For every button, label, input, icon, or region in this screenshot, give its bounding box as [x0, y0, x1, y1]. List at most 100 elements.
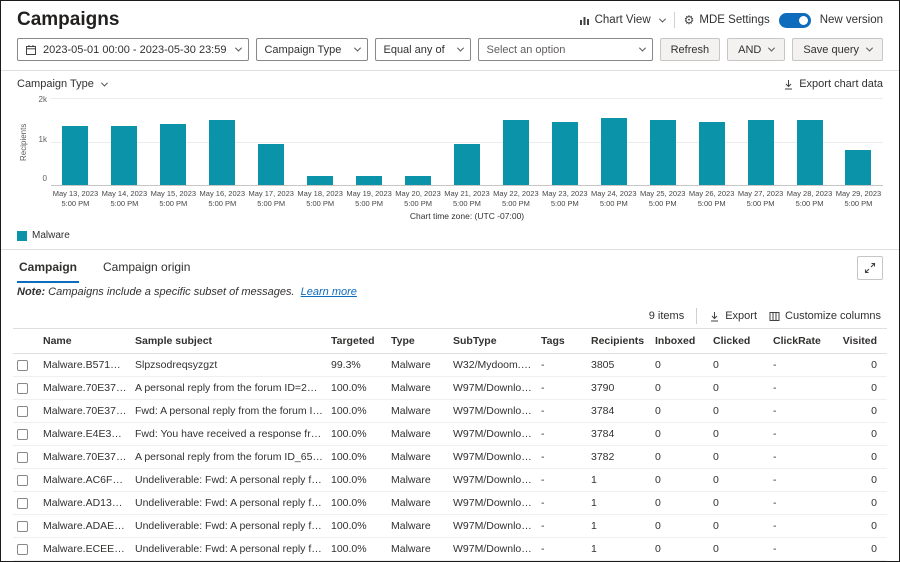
row-checkbox[interactable]: [17, 359, 28, 371]
cell-subtype: W32/Mydoom.EKD...: [449, 353, 537, 378]
filter-field-value: Campaign Type: [264, 43, 342, 56]
table-row[interactable]: Malware.B571D3D7 Slpzsodreqsyzgzt 99.3% Mal…: [13, 353, 887, 378]
cell-type: Malware: [387, 491, 449, 516]
row-checkbox[interactable]: [17, 382, 28, 394]
cell-name[interactable]: Malware.ADAED514: [39, 514, 131, 539]
chart-bar[interactable]: [845, 150, 872, 185]
chart-bar[interactable]: [600, 117, 627, 185]
chart-bar[interactable]: [502, 119, 529, 185]
chart-bar[interactable]: [209, 119, 236, 185]
column-header-targeted[interactable]: Targeted: [327, 328, 387, 355]
column-header-tags[interactable]: Tags: [537, 328, 587, 355]
chart-bar[interactable]: [307, 176, 334, 185]
mde-settings-button[interactable]: ⚙ MDE Settings: [684, 14, 770, 26]
column-header-name[interactable]: Name: [39, 328, 131, 355]
row-checkbox[interactable]: [17, 405, 28, 417]
table-row[interactable]: Malware.ADAED514 Undeliverable: Fwd: A pe…: [13, 514, 887, 539]
save-query-dropdown[interactable]: Save query: [792, 38, 883, 61]
column-header-recipients[interactable]: Recipients: [587, 328, 651, 355]
learn-more-link[interactable]: Learn more: [301, 286, 357, 298]
table-row[interactable]: Malware.70E375AF Fwd: A personal reply fr…: [13, 399, 887, 424]
column-header-type[interactable]: Type: [387, 328, 449, 355]
x-axis-label: May 14, 2023 5:00 PM: [101, 189, 148, 209]
table-row[interactable]: Malware.E4E375EF Fwd: You have received a…: [13, 422, 887, 447]
column-header-clicked[interactable]: Clicked: [709, 328, 769, 355]
bar-column: [540, 98, 589, 185]
column-header-subtype[interactable]: SubType: [449, 328, 537, 355]
export-chart-button[interactable]: Export chart data: [783, 78, 883, 90]
cell-name[interactable]: Malware.AC6FF917: [39, 468, 131, 493]
note-label: Note:: [17, 286, 46, 299]
new-version-toggle[interactable]: [778, 12, 811, 28]
chart-bar[interactable]: [160, 124, 187, 185]
chart-bar[interactable]: [698, 121, 725, 185]
customize-columns-button[interactable]: Customize columns: [769, 310, 881, 322]
chart-bar[interactable]: [405, 176, 432, 185]
cell-name[interactable]: Malware.E4E375EF: [39, 422, 131, 447]
table-row[interactable]: Malware.AD13F809 Undeliverable: Fwd: A pe…: [13, 491, 887, 516]
cell-name[interactable]: Malware.70E375EF: [39, 445, 131, 470]
cell-clicked: 0: [709, 399, 769, 424]
column-header-visited[interactable]: Visited: [833, 328, 887, 355]
cell-name[interactable]: Malware.70E375EF: [39, 376, 131, 401]
table-body: Malware.B571D3D7 Slpzsodreqsyzgzt 99.3% Mal…: [13, 353, 887, 561]
date-range-value: 2023-05-01 00:00 - 2023-05-30 23:59: [43, 43, 227, 56]
tab-campaign-origin[interactable]: Campaign origin: [101, 252, 192, 283]
chart-bar[interactable]: [747, 119, 774, 185]
cell-clicked: 0: [709, 537, 769, 561]
table-row[interactable]: Malware.70E375EF A personal reply from th…: [13, 376, 887, 401]
cell-name[interactable]: Malware.B571D3D7: [39, 353, 131, 378]
chart-bar[interactable]: [649, 119, 676, 185]
date-range-picker[interactable]: 2023-05-01 00:00 - 2023-05-30 23:59: [17, 38, 250, 61]
filter-operator-dropdown[interactable]: Equal any of: [375, 38, 472, 61]
items-count: 9 items: [648, 310, 685, 323]
chart-bar[interactable]: [62, 126, 89, 185]
table-row[interactable]: Malware.AC6FF917 Undeliverable: Fwd: A pe…: [13, 468, 887, 493]
export-button[interactable]: Export: [709, 310, 757, 322]
filter-value-combobox[interactable]: Select an option: [478, 38, 653, 61]
chart-bar[interactable]: [796, 119, 823, 185]
cell-clicked: 0: [709, 376, 769, 401]
tab-campaign[interactable]: Campaign: [17, 252, 80, 284]
row-checkbox[interactable]: [17, 497, 28, 509]
chart-bar[interactable]: [111, 126, 138, 185]
row-checkbox[interactable]: [17, 520, 28, 532]
refresh-button[interactable]: Refresh: [659, 38, 721, 61]
chart-bar[interactable]: [551, 121, 578, 185]
chart-bar[interactable]: [453, 143, 480, 185]
and-dropdown[interactable]: AND: [727, 38, 786, 61]
cell-name[interactable]: Malware.AD13F809: [39, 491, 131, 516]
customize-columns-label: Customize columns: [785, 310, 881, 323]
table-header-row: Name Sample subject Targeted Type SubType Tag…: [13, 328, 887, 355]
cell-sample-subject: Undeliverable: Fwd: A personal reply fro…: [131, 468, 327, 493]
table-row[interactable]: Malware.70E375EF A personal reply from th…: [13, 445, 887, 470]
cell-name[interactable]: Malware.ECEEFD03: [39, 537, 131, 561]
x-axis-label: May 23, 2023 5:00 PM: [542, 189, 588, 209]
column-header-sample-subject[interactable]: Sample subject: [131, 328, 327, 355]
legend-item[interactable]: Malware: [17, 230, 70, 241]
y-axis-title: Recipients: [19, 123, 28, 161]
bar-column: [296, 98, 345, 185]
chart-bar[interactable]: [258, 143, 285, 185]
filter-field-dropdown[interactable]: Campaign Type: [256, 38, 369, 61]
table-row[interactable]: Malware.ECEEFD03 Undeliverable: Fwd: A pe…: [13, 537, 887, 561]
x-axis-label: May 17, 2023 5:00 PM: [248, 189, 294, 209]
cell-subtype: W97M/Downloader...: [449, 399, 537, 424]
row-checkbox[interactable]: [17, 451, 28, 463]
expand-button[interactable]: [857, 255, 883, 280]
cell-recipients: 3784: [587, 399, 651, 424]
row-checkbox[interactable]: [17, 428, 28, 440]
filter-bar: 2023-05-01 00:00 - 2023-05-30 23:59 Camp…: [1, 35, 899, 71]
cell-name[interactable]: Malware.70E375AF: [39, 399, 131, 424]
row-checkbox[interactable]: [17, 543, 28, 555]
cell-tags: -: [537, 491, 587, 516]
cell-tags: -: [537, 399, 587, 424]
column-header-clickrate[interactable]: ClickRate: [769, 328, 833, 355]
chart-bar[interactable]: [356, 176, 383, 185]
cell-clicked: 0: [709, 422, 769, 447]
y-axis-tick: 1k: [38, 134, 47, 144]
chart-view-dropdown[interactable]: Chart View: [579, 14, 666, 26]
column-header-inboxed[interactable]: Inboxed: [651, 328, 709, 355]
group-by-dropdown[interactable]: Campaign Type: [17, 78, 108, 90]
row-checkbox[interactable]: [17, 474, 28, 486]
